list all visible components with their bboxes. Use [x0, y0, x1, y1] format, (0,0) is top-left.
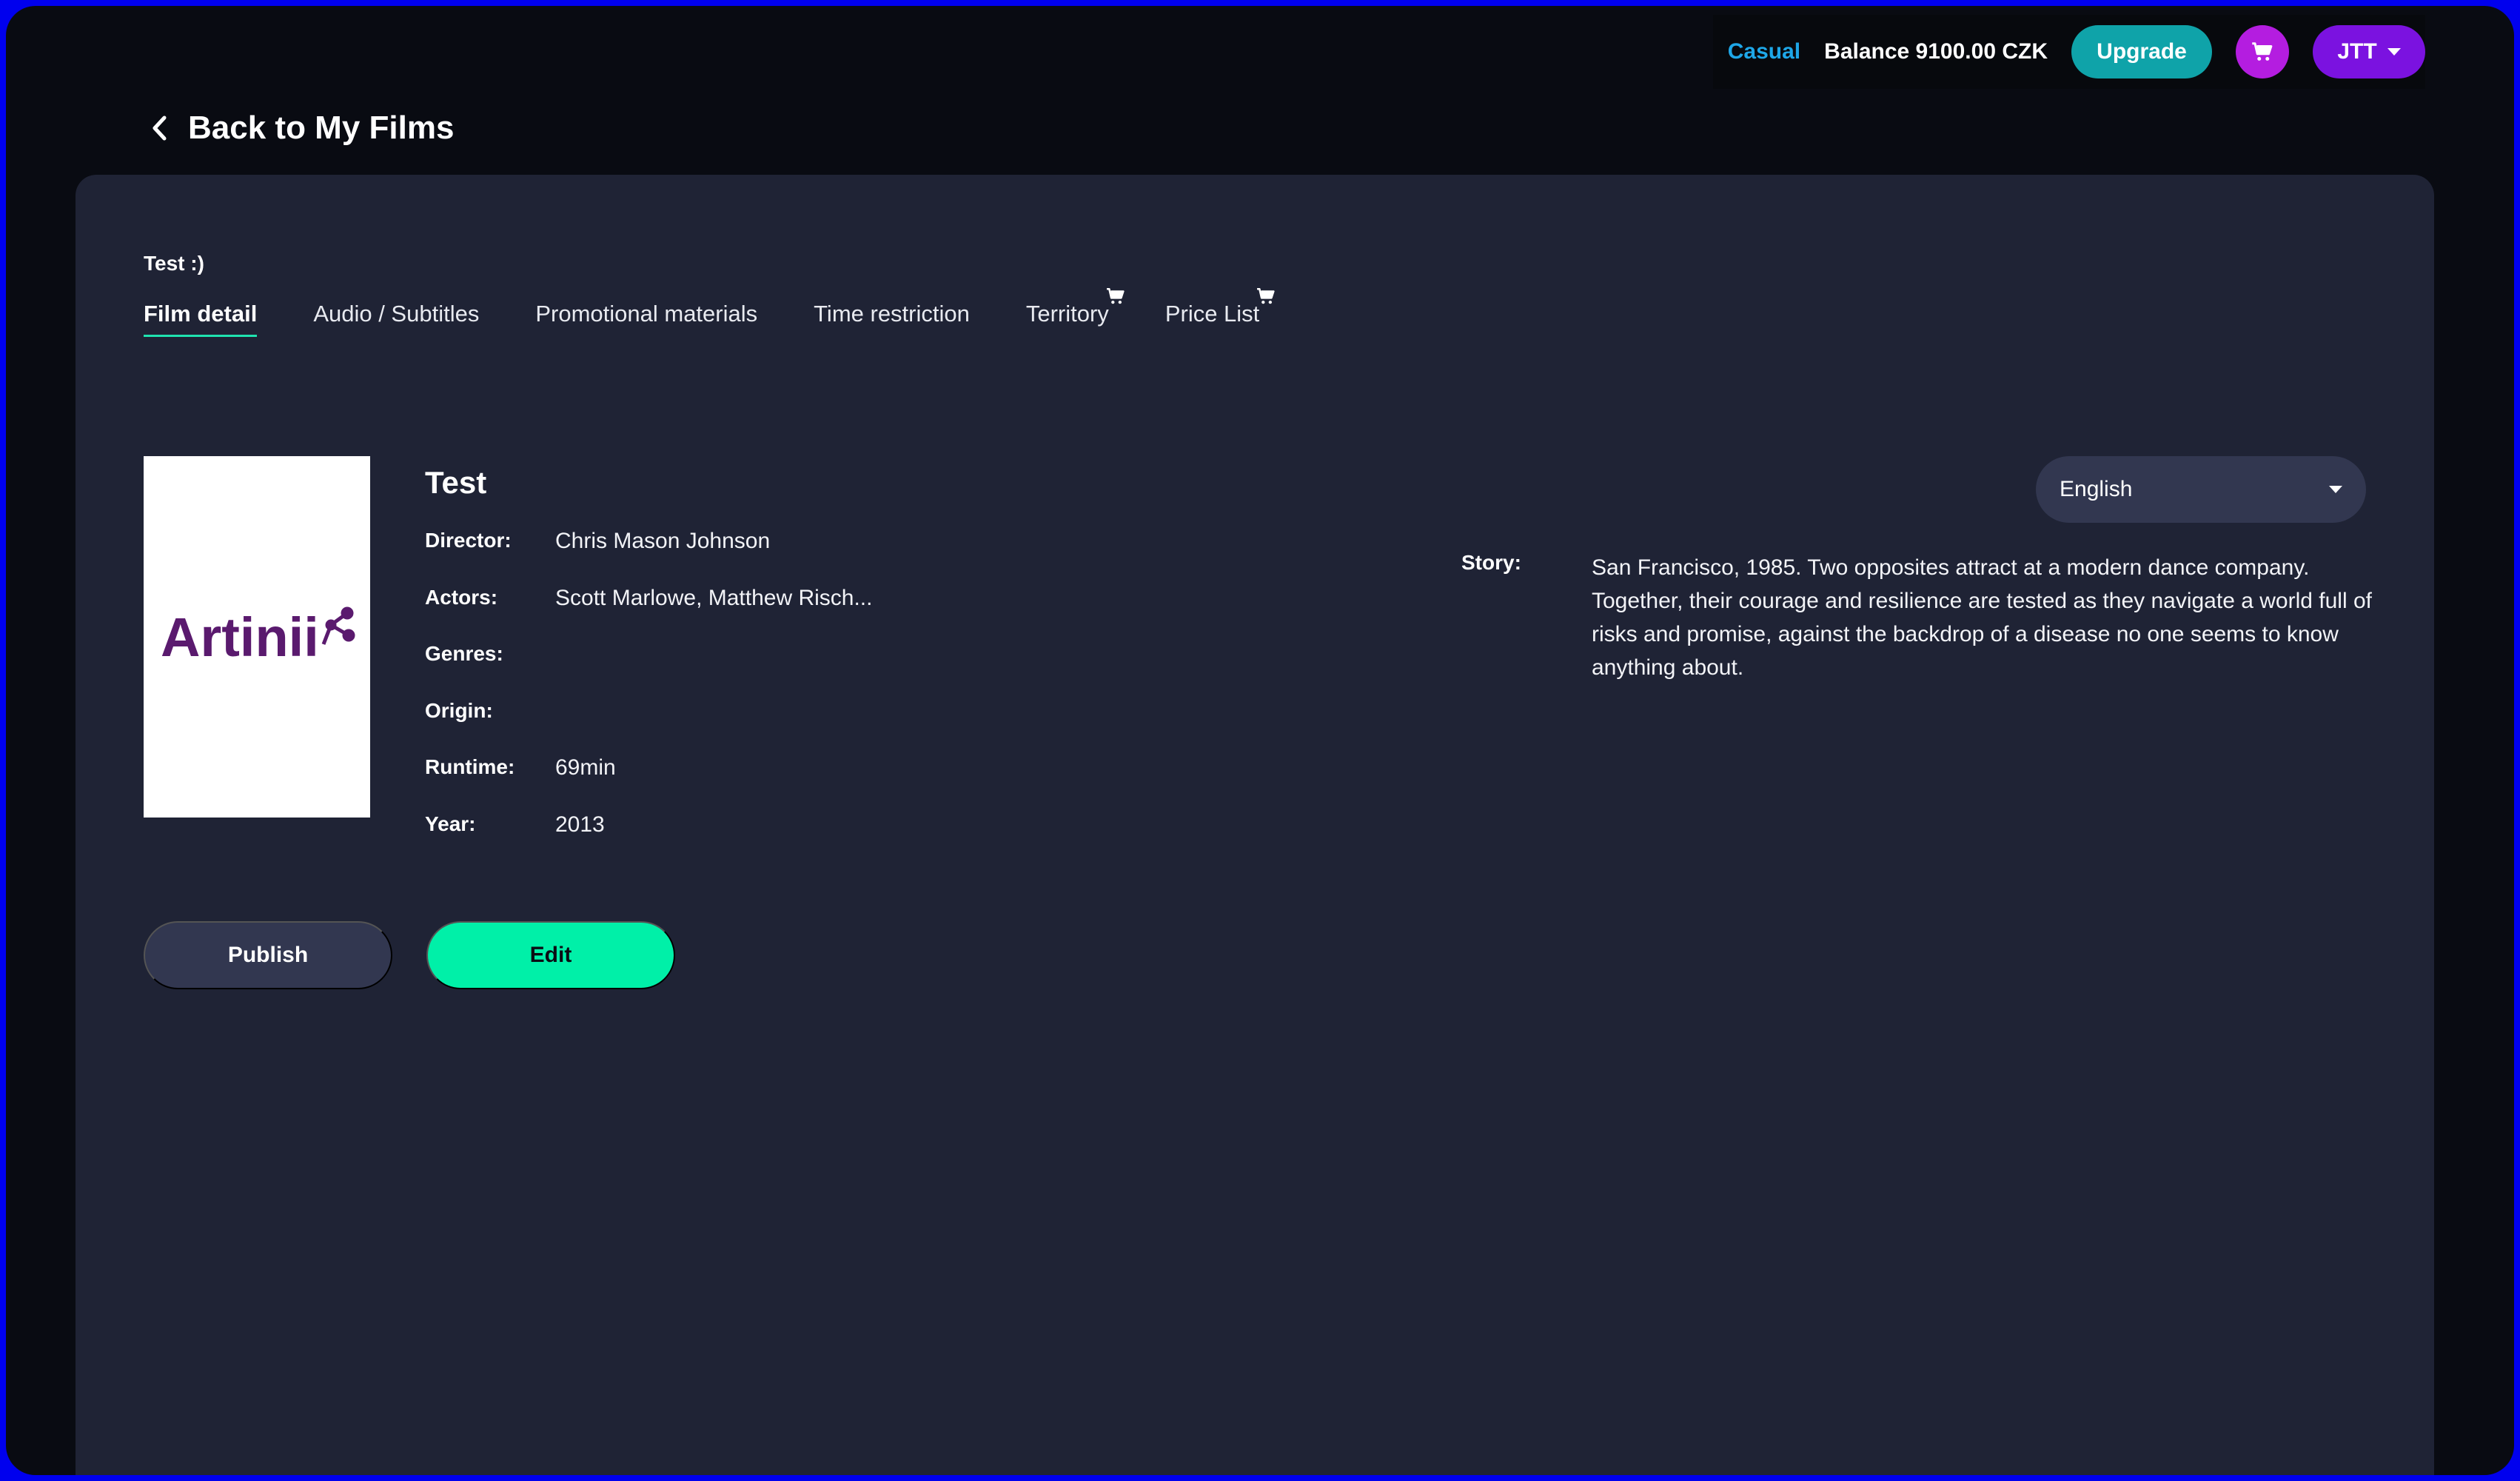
cart-icon	[2252, 42, 2273, 61]
field-label: Year:	[425, 812, 476, 835]
action-buttons: Publish Edit	[144, 921, 675, 989]
tab-audio-subtitles[interactable]: Audio / Subtitles	[313, 301, 479, 337]
publish-button[interactable]: Publish	[144, 921, 392, 989]
tab-label: Promotional materials	[535, 301, 758, 327]
back-to-my-films-link[interactable]: Back to My Films	[151, 110, 454, 147]
tab-label: Time restriction	[814, 301, 970, 327]
tab-label: Film detail	[144, 301, 258, 327]
story-label: Story:	[1461, 551, 1521, 574]
back-link-label: Back to My Films	[188, 110, 455, 146]
cart-icon	[1106, 287, 1125, 304]
field-label: Actors:	[425, 585, 498, 609]
film-info: Test Director: Chris Mason Johnson Actor…	[425, 465, 872, 869]
year-value: 2013	[555, 812, 605, 837]
field-label: Runtime:	[425, 755, 515, 778]
user-menu-button[interactable]: JTT	[2313, 25, 2425, 78]
logo-text: Artinii	[161, 606, 319, 668]
language-select[interactable]: English	[2036, 456, 2366, 523]
origin-row: Origin:	[425, 699, 872, 756]
language-select-value: English	[2060, 477, 2133, 501]
film-tabs: Film detail Audio / Subtitles Promotiona…	[144, 287, 1275, 337]
director-value: Chris Mason Johnson	[555, 529, 771, 553]
film-panel: Test :) Film detail Audio / Subtitles Pr…	[76, 175, 2434, 1475]
chevron-down-icon	[2329, 486, 2342, 493]
director-row: Director: Chris Mason Johnson	[425, 529, 872, 586]
plan-badge[interactable]: Casual	[1728, 39, 1800, 64]
tab-promotional-materials[interactable]: Promotional materials	[535, 301, 757, 337]
tab-label: Price List	[1165, 301, 1260, 327]
actors-row: Actors: Scott Marlowe, Matthew Risch...	[425, 586, 872, 643]
network-nodes-icon	[321, 606, 355, 645]
runtime-value: 69min	[555, 755, 616, 780]
tab-price-list[interactable]: Price List	[1165, 287, 1275, 337]
chevron-down-icon	[2387, 48, 2401, 56]
film-breadcrumb: Test :)	[144, 252, 204, 275]
tab-territory[interactable]: Territory	[1025, 287, 1125, 337]
tab-label: Territory	[1025, 301, 1109, 327]
tab-label: Audio / Subtitles	[313, 301, 480, 327]
field-label: Director:	[425, 529, 512, 552]
year-row: Year: 2013	[425, 812, 872, 869]
balance-text: Balance 9100.00 CZK	[1824, 39, 2048, 64]
actors-value: Scott Marlowe, Matthew Risch...	[555, 585, 873, 610]
chevron-left-icon	[153, 116, 167, 141]
story-section: Story: San Francisco, 1985. Two opposite…	[1461, 551, 2376, 684]
genres-row: Genres:	[425, 642, 872, 699]
runtime-row: Runtime: 69min	[425, 755, 872, 812]
story-text: San Francisco, 1985. Two opposites attra…	[1592, 555, 2372, 680]
cart-button[interactable]	[2236, 25, 2289, 78]
upgrade-button[interactable]: Upgrade	[2071, 25, 2212, 78]
app-window: Casual Balance 9100.00 CZK Upgrade JTT B…	[6, 6, 2514, 1475]
tab-time-restriction[interactable]: Time restriction	[814, 301, 970, 337]
tab-film-detail[interactable]: Film detail	[144, 301, 258, 337]
cart-icon	[1257, 287, 1275, 304]
field-label: Origin:	[425, 698, 493, 722]
artinii-logo: Artinii	[161, 606, 355, 668]
top-bar: Casual Balance 9100.00 CZK Upgrade JTT	[1712, 15, 2425, 89]
user-initials: JTT	[2337, 39, 2377, 64]
film-poster: Artinii	[144, 456, 370, 818]
film-title: Test	[425, 465, 487, 500]
field-label: Genres:	[425, 642, 503, 665]
edit-button[interactable]: Edit	[426, 921, 675, 989]
